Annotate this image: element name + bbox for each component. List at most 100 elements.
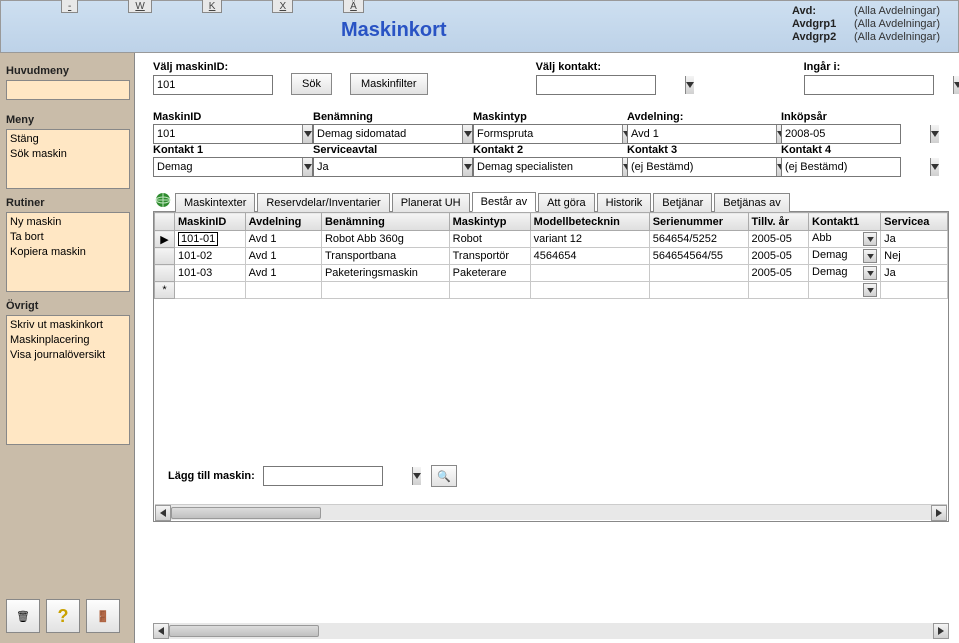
field-input[interactable]	[628, 125, 776, 143]
grid-cell[interactable]: Demag	[809, 248, 881, 265]
chevron-down-icon[interactable]	[412, 467, 421, 485]
grid-cell[interactable]	[530, 282, 649, 299]
field-input[interactable]	[314, 158, 462, 176]
valj-maskinid-input[interactable]	[154, 76, 302, 94]
chevron-down-icon[interactable]	[302, 125, 312, 143]
grid-cell[interactable]: 564654564/55	[649, 248, 748, 265]
key-tab[interactable]: W	[128, 0, 151, 13]
key-tab[interactable]: Ä	[343, 0, 364, 13]
grid-header[interactable]: MaskinID	[175, 213, 246, 231]
sidebar-item[interactable]: Ta bort	[10, 230, 126, 245]
sidebar-item[interactable]: Skriv ut maskinkort	[10, 318, 126, 333]
grid-cell[interactable]: Ja	[881, 231, 948, 248]
chevron-down-icon[interactable]	[863, 283, 877, 297]
valj-kontakt-input[interactable]	[537, 76, 685, 94]
grid-cell[interactable]: Robot	[449, 231, 530, 248]
chevron-down-icon[interactable]	[302, 158, 312, 176]
chevron-down-icon[interactable]	[930, 158, 939, 176]
grid-cell[interactable]	[649, 265, 748, 282]
field-combo[interactable]	[781, 124, 901, 144]
tab[interactable]: Maskintexter	[175, 193, 255, 212]
ingar-i-input[interactable]	[805, 76, 953, 94]
field-input[interactable]	[628, 158, 776, 176]
content-hscroll[interactable]	[153, 623, 949, 639]
ingar-i-combo[interactable]	[804, 75, 934, 95]
row-selector[interactable]: *	[155, 282, 175, 299]
grid-header[interactable]: Maskintyp	[449, 213, 530, 231]
huvudmeny-combo[interactable]	[6, 80, 130, 100]
grid-cell[interactable]: 2005-05	[748, 231, 809, 248]
row-selector[interactable]	[155, 248, 175, 265]
tab[interactable]: Planerat UH	[392, 193, 470, 212]
key-tab[interactable]: -	[61, 0, 78, 13]
grid-header[interactable]: Serienummer	[649, 213, 748, 231]
field-combo[interactable]	[313, 157, 473, 177]
grid-cell[interactable]: 564654/5252	[649, 231, 748, 248]
grid-cell[interactable]: Transportbana	[321, 248, 449, 265]
grid-cell[interactable]	[175, 282, 246, 299]
field-combo[interactable]	[313, 124, 473, 144]
grid-header[interactable]: Modellbetecknin	[530, 213, 649, 231]
chevron-down-icon[interactable]	[462, 158, 472, 176]
field-combo[interactable]	[473, 124, 627, 144]
grid-cell[interactable]: 4564654	[530, 248, 649, 265]
scroll-thumb[interactable]	[169, 625, 319, 637]
sok-button[interactable]: Sök	[291, 73, 332, 95]
grid-header[interactable]: Servicea	[881, 213, 948, 231]
lookup-button[interactable]: 🔍	[431, 465, 457, 487]
valj-maskinid-combo[interactable]	[153, 75, 273, 95]
field-input[interactable]	[314, 125, 462, 143]
chevron-down-icon[interactable]	[462, 125, 472, 143]
grid-cell[interactable]: 101-01	[175, 231, 246, 248]
field-input[interactable]	[474, 158, 622, 176]
scroll-thumb[interactable]	[171, 507, 321, 519]
scroll-left-icon[interactable]	[155, 505, 171, 521]
grid-header[interactable]: Tillv. år	[748, 213, 809, 231]
scroll-right-icon[interactable]	[931, 505, 947, 521]
grid-cell[interactable]: Abb	[809, 231, 881, 248]
grid-cell[interactable]: Ja	[881, 265, 948, 282]
field-input[interactable]	[782, 125, 930, 143]
grid-cell[interactable]	[245, 282, 321, 299]
sidebar-item[interactable]: Kopiera maskin	[10, 245, 126, 260]
tab[interactable]: Består av	[472, 192, 536, 212]
field-combo[interactable]	[153, 157, 313, 177]
grid-cell[interactable]: Robot Abb 360g	[321, 231, 449, 248]
grid-cell[interactable]	[809, 282, 881, 299]
chevron-down-icon[interactable]	[863, 249, 877, 263]
grid-cell[interactable]: Nej	[881, 248, 948, 265]
grid-cell[interactable]	[449, 282, 530, 299]
grid-cell[interactable]: Paketerare	[449, 265, 530, 282]
grid-cell[interactable]	[530, 265, 649, 282]
sidebar-item[interactable]: Stäng	[10, 132, 126, 147]
exit-button[interactable]: 🚪	[86, 599, 120, 633]
field-input[interactable]	[474, 125, 622, 143]
add-maskin-combo[interactable]	[263, 466, 383, 486]
delete-button[interactable]: 🗑	[6, 599, 40, 633]
tab[interactable]: Betjänas av	[714, 193, 789, 212]
row-selector[interactable]: ▶	[155, 231, 175, 248]
scroll-left-icon[interactable]	[153, 623, 169, 639]
grid-cell[interactable]: Avd 1	[245, 265, 321, 282]
field-input[interactable]	[154, 125, 302, 143]
chevron-down-icon[interactable]	[863, 232, 877, 246]
grid-cell[interactable]: 101-03	[175, 265, 246, 282]
grid-header[interactable]: Kontakt1	[809, 213, 881, 231]
data-grid[interactable]: MaskinIDAvdelningBenämningMaskintypModel…	[154, 212, 948, 299]
grid-cell[interactable]	[321, 282, 449, 299]
grid-header[interactable]: Benämning	[321, 213, 449, 231]
help-button[interactable]: ?	[46, 599, 80, 633]
grid-cell[interactable]: Demag	[809, 265, 881, 282]
field-combo[interactable]	[781, 157, 901, 177]
chevron-down-icon[interactable]	[953, 76, 959, 94]
chevron-down-icon[interactable]	[685, 76, 694, 94]
add-maskin-input[interactable]	[264, 467, 412, 485]
chevron-down-icon[interactable]	[930, 125, 939, 143]
sidebar-item[interactable]: Maskinplacering	[10, 333, 126, 348]
sidebar-item[interactable]: Ny maskin	[10, 215, 126, 230]
grid-cell[interactable]	[748, 282, 809, 299]
tab[interactable]: Reservdelar/Inventarier	[257, 193, 389, 212]
grid-cell[interactable]: 2005-05	[748, 265, 809, 282]
grid-cell[interactable]: Paketeringsmaskin	[321, 265, 449, 282]
sidebar-item[interactable]: Visa journalöversikt	[10, 348, 126, 363]
